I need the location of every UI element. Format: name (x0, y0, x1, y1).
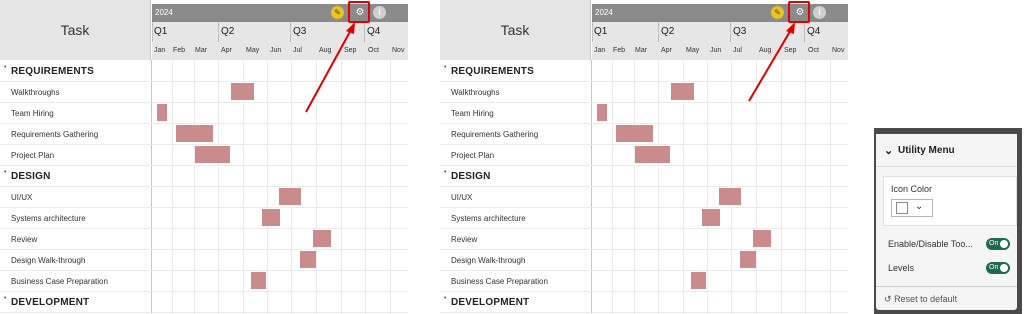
option-label: Enable/Disable Too... (888, 239, 973, 249)
utility-menu-panel: ⌄ Utility Menu Icon Color ⌄ Enable/Disab… (874, 128, 1022, 314)
annotation-arrow (748, 22, 795, 102)
option-label: Levels (888, 263, 915, 273)
utility-menu-title: Utility Menu (898, 145, 955, 156)
chevron-down-icon: ⌄ (915, 201, 924, 212)
utility-menu-header[interactable]: ⌄ Utility Menu (876, 134, 1017, 167)
reset-icon: ↺ (884, 294, 892, 304)
toggle-switch[interactable]: On (986, 238, 1010, 250)
icon-color-label: Icon Color (891, 184, 933, 194)
icon-color-picker[interactable]: ⌄ (891, 199, 933, 217)
option-enable-disable-tooltip: Enable/Disable Too... On (888, 236, 1016, 252)
gantt-panel-right: Task 2024 Q1 Q2 Q3 Q4 Jan Feb Mar Apr Ma… (440, 0, 848, 314)
gantt-panel-left: Task 2024 Q1 Q2 Q3 Q4 Jan Feb Mar Apr Ma… (0, 0, 408, 314)
icon-color-card: Icon Color ⌄ (883, 176, 1017, 226)
toggle-knob (1000, 240, 1008, 248)
reset-to-default-button[interactable]: ↺ Reset to default (884, 294, 957, 305)
reset-label: Reset to default (894, 294, 958, 304)
divider (876, 286, 1017, 287)
toggle-state: On (989, 264, 999, 271)
toggle-switch[interactable]: On (986, 262, 1010, 274)
utility-menu-card: ⌄ Utility Menu Icon Color ⌄ Enable/Disab… (876, 134, 1017, 310)
annotation-arrow (305, 22, 355, 113)
chevron-down-icon[interactable]: ⌄ (884, 144, 893, 157)
toggle-state: On (989, 240, 999, 247)
color-swatch (896, 202, 908, 214)
toggle-knob (1000, 264, 1008, 272)
option-levels: Levels On (888, 260, 1016, 276)
